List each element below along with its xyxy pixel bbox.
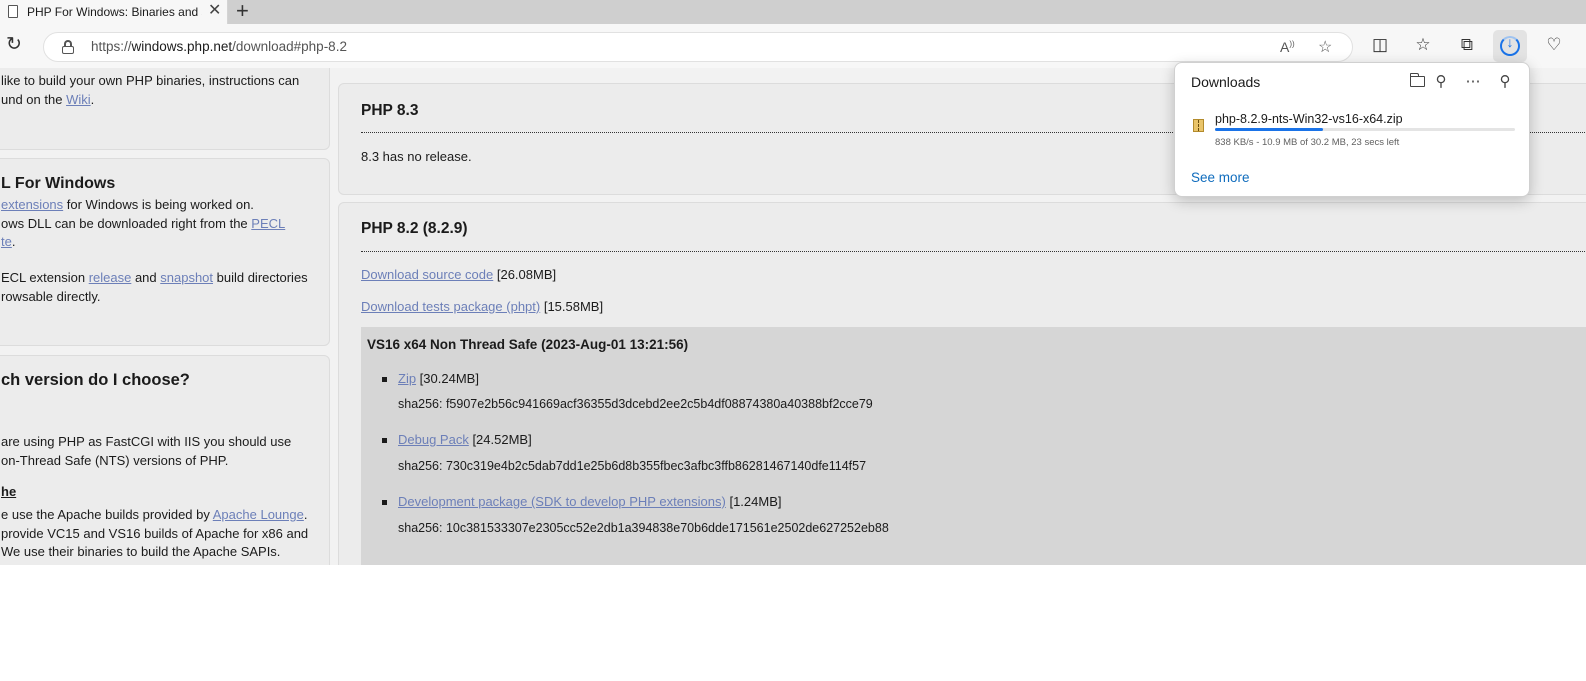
address-bar[interactable]: https://windows.php.net/download#php-8.2… [43,32,1353,62]
zip-link[interactable]: Zip [398,371,416,386]
divider [361,251,1586,252]
extensions-link[interactable]: extensions [1,197,63,212]
apache-lounge-link[interactable]: Apache Lounge [213,507,304,522]
browser-essentials-icon[interactable]: ♡ [1542,35,1566,55]
bullet [382,438,387,443]
wiki-link[interactable]: Wiki [66,92,91,107]
build-text-line: like to build your own PHP binaries, ins… [1,73,300,88]
pecl-text-line: rowsable directly. [1,289,101,304]
new-tab-button[interactable]: + [236,0,249,22]
debug-pack-link[interactable]: Debug Pack [398,432,469,447]
which-text-line: e use the Apache builds provided by Apac… [1,507,308,522]
download-arrow-icon: ↓ [1506,34,1514,50]
tests-download-line: Download tests package (phpt) [15.58MB] [361,299,604,314]
php82-heading: PHP 8.2 (8.2.9) [361,220,468,237]
debug-pack-sha256: sha256: 730c319e4b2c5dab7dd1e25b6d8b355f… [398,459,867,473]
read-aloud-icon[interactable]: A)) [1280,39,1295,55]
download-source-link[interactable]: Download source code [361,267,493,282]
download-progress-bar [1215,128,1515,131]
url-text[interactable]: https://windows.php.net/download#php-8.2 [91,39,347,54]
favorites-icon[interactable]: ☆ [1411,35,1435,55]
bullet [382,500,387,505]
bullet [382,377,387,382]
which-text-line: on-Thread Safe (NTS) versions of PHP. [1,453,229,468]
debug-pack-item: Debug Pack [24.52MB] [398,432,532,447]
collections-icon[interactable]: ⧉ [1455,35,1479,55]
snapshot-link[interactable]: snapshot [160,270,213,285]
zip-sha256: sha256: f5907e2b56c941669acf36355d3dcebd… [398,397,873,411]
split-screen-icon[interactable]: ◫ [1368,35,1392,55]
dev-package-link[interactable]: Development package (SDK to develop PHP … [398,494,726,509]
dev-package-sha256: sha256: 10c381533307e2305cc52e2db1a39483… [398,521,889,535]
browser-window: PHP For Windows: Binaries and s ✕ + ↻ ht… [0,0,1586,565]
download-filename[interactable]: php-8.2.9-nts-Win32-vs16-x64.zip [1215,112,1403,126]
search-icon[interactable]: ⚲ [1430,72,1452,92]
pecl-text-line: ECL extension release and snapshot build… [1,270,308,285]
tab-strip: PHP For Windows: Binaries and s ✕ + [0,0,1586,24]
page-icon [8,5,18,18]
php82-section: PHP 8.2 (8.2.9) Download source code [26… [338,202,1586,565]
source-download-line: Download source code [26.08MB] [361,267,557,282]
see-more-link[interactable]: See more [1191,170,1250,185]
pecl-panel: L For Windows extensions for Windows is … [0,158,330,346]
build-vs16-x64-nts: VS16 x64 Non Thread Safe (2023-Aug-01 13… [361,327,1586,565]
which-text-line: provide VC15 and VS16 builds of Apache f… [1,526,309,541]
favorite-star-icon[interactable]: ☆ [1318,37,1332,57]
php83-text: 8.3 has no release. [361,149,472,164]
downloads-flyout: Downloads ⚲ ⋯ ⚲ php-8.2.9-nts-Win32-vs16… [1174,62,1530,197]
build-panel: like to build your own PHP binaries, ins… [0,68,330,150]
php83-heading: PHP 8.3 [361,102,419,119]
pecl-text-line: te. [1,234,16,249]
downloads-button[interactable]: ↓ [1493,30,1527,62]
zip-item: Zip [30.24MB] [398,371,479,386]
which-text-line: We use their binaries to build the Apach… [1,544,281,559]
download-tests-link[interactable]: Download tests package (phpt) [361,299,540,314]
which-version-panel: ch version do I choose? are using PHP as… [0,355,330,565]
tab-php-windows[interactable]: PHP For Windows: Binaries and s ✕ [0,0,228,24]
tab-title: PHP For Windows: Binaries and s [27,5,202,19]
open-folder-icon[interactable] [1409,73,1425,87]
apache-heading: he [1,484,17,499]
pecl-text-line: ows DLL can be downloaded right from the… [1,216,286,231]
more-options-icon[interactable]: ⋯ [1462,72,1484,92]
downloads-title: Downloads [1191,74,1261,90]
pecl-site-link[interactable]: te [1,234,12,249]
zip-file-icon [1193,119,1204,132]
download-progress-fill [1215,128,1323,131]
pecl-link[interactable]: PECL [251,216,285,231]
lock-icon[interactable] [62,40,74,54]
pin-icon[interactable]: ⚲ [1494,72,1516,92]
build-title: VS16 x64 Non Thread Safe (2023-Aug-01 13… [367,337,689,352]
dev-package-item: Development package (SDK to develop PHP … [398,494,782,509]
download-status: 838 KB/s - 10.9 MB of 30.2 MB, 23 secs l… [1215,137,1400,148]
release-link[interactable]: release [89,270,132,285]
pecl-title: L For Windows [1,175,116,192]
which-version-title: ch version do I choose? [1,371,190,389]
pecl-text-line: extensions for Windows is being worked o… [1,197,254,212]
build-text-line: und on the Wiki. [1,92,95,107]
refresh-icon[interactable]: ↻ [6,35,22,55]
close-icon[interactable]: ✕ [208,2,221,20]
which-text-line: are using PHP as FastCGI with IIS you sh… [1,434,292,449]
